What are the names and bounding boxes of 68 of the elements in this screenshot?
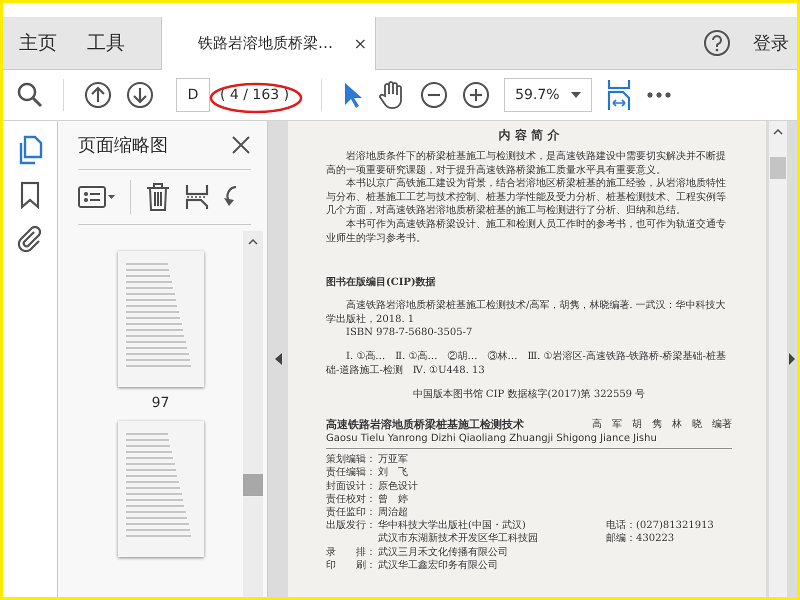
credit-value: 周治超	[378, 506, 409, 520]
credit-value: 武汉市东湖新技术开发区华工科技园	[378, 532, 539, 546]
scroll-up-icon[interactable]	[248, 239, 258, 245]
credit-value: 武汉华工鑫宏印务有限公司	[378, 558, 499, 572]
cip-entry: 高速铁路岩溶地质桥梁桩基施工检测技术/高军，胡隽，林晓编著. 一武汉：华中科技大学出版社，2018. 1	[326, 299, 727, 326]
cip-check-number: 中国版本图书馆 CIP 数据核字(2017)第 322559 号	[412, 388, 646, 402]
scrollbar[interactable]	[769, 121, 787, 597]
contact-info: 邮编：430223	[606, 532, 674, 546]
credit-value: 华中科技大学出版社(中国・武汉)	[378, 519, 527, 532]
paragraph: 岩溶地质条件下的桥梁桩基施工与检测技术，是高速铁路建设中需要切实解决并不断提高的一项重要研究课题，对于提升高速铁路桥梁施工质量水平具有重要意义。	[326, 150, 727, 178]
next-page-icon[interactable]	[126, 81, 154, 109]
page-thumbnail[interactable]	[118, 251, 204, 387]
options-menu-icon[interactable]	[78, 185, 116, 209]
previous-page-icon[interactable]	[84, 81, 112, 109]
scrollbar[interactable]	[243, 231, 263, 597]
more-icon[interactable]	[646, 91, 672, 99]
scrollbar-thumb[interactable]	[243, 474, 263, 496]
pages-icon[interactable]	[17, 135, 43, 165]
trash-icon[interactable]	[145, 182, 171, 212]
help-icon[interactable]	[703, 29, 731, 57]
page-number-field[interactable]: D	[176, 78, 210, 112]
paperclip-icon[interactable]	[17, 225, 43, 253]
credit-label: 录 排：	[326, 546, 377, 559]
cip-heading: 图书在版编目(CIP)数据	[326, 276, 437, 290]
classification-entry: Ⅰ. ①高… Ⅱ. ①高… ②胡… ③林… Ⅲ. ①岩溶区-高速铁路-铁路桥-桥梁基础-桩基础-道路施工-检测 Ⅳ. ①U448. 13	[326, 350, 727, 378]
zoom-dropdown[interactable]: 59.7%	[504, 78, 592, 112]
page-number-label: 97	[152, 395, 170, 411]
zoom-out-icon[interactable]	[420, 81, 448, 109]
credit-label: 责任监印：	[326, 506, 377, 520]
collapse-arrow-icon[interactable]	[274, 353, 282, 365]
zoom-in-icon[interactable]	[462, 81, 490, 109]
credit-label: 印 刷：	[326, 558, 377, 572]
section-heading: 内 容 简 介	[498, 127, 560, 144]
close-icon[interactable]	[231, 135, 251, 155]
pinyin-title: Gaosu Tielu Yanrong Dizhi Qiaoliang Zhuangji Shigong Jiance Jishu	[326, 432, 732, 450]
credit-label: 出版发行：	[326, 519, 377, 532]
paragraph: 本书可作为高速铁路桥梁设计、施工和检测人员工作时的参考书，也可作为轨道交通专业师生的学习参考书。	[326, 218, 727, 246]
credit-value: 曾 婷	[378, 492, 409, 506]
credit-value: 刘 飞	[378, 466, 409, 480]
bookmark-icon[interactable]	[20, 181, 40, 209]
credit-label: 责任校对：	[326, 492, 377, 506]
sign-in-link[interactable]: 登录	[753, 31, 789, 55]
fit-width-icon[interactable]	[606, 79, 632, 111]
close-tab-button[interactable]: ×	[354, 34, 367, 53]
credit-value: 万亚军	[378, 453, 409, 466]
caret-icon[interactable]	[571, 92, 582, 98]
menu-tab[interactable]: 主页	[3, 30, 71, 56]
scrollbar-thumb[interactable]	[770, 157, 786, 179]
contact-info: 电话：(027)81321913	[606, 519, 714, 532]
document-tab[interactable]: 铁路岩溶地质桥梁… ×	[161, 17, 376, 70]
menu-tab[interactable]: 工具	[71, 30, 139, 56]
credit-value: 武汉三月禾文化传播有限公司	[378, 546, 509, 559]
extract-pages-icon[interactable]	[185, 183, 209, 211]
credit-label: 责任编辑：	[326, 466, 377, 480]
credit-label: 封面设计：	[326, 480, 377, 493]
authors: 高 军 胡 隽 林 晓 编著	[592, 418, 732, 432]
paragraph: 本书以京广高铁施工建设为背景，结合岩溶地区桥梁桩基的施工经验，从岩溶地质特性与分布、桩基施工工艺与技术控制、桩基力学性能及受力分析、桩基检测技术、工程实例等几个方面，对高速铁路岩溶地质桥梁桩基的施工与检测进行了分析、归纳和总结。	[326, 177, 727, 218]
cip-entry: ISBN 978-7-5680-3505-7	[345, 326, 474, 340]
document-tab-title[interactable]: 铁路岩溶地质桥梁…	[198, 34, 333, 53]
expand-arrow-icon[interactable]	[789, 353, 795, 365]
credit-value: 原色设计	[378, 480, 419, 493]
search-icon[interactable]	[17, 82, 43, 108]
scroll-up-icon[interactable]	[773, 129, 783, 135]
panel-title: 页面缩略图	[78, 134, 168, 157]
book-title: 高速铁路岩溶地质桥梁桩基施工检测技术	[326, 417, 524, 432]
credit-label: 策划编辑：	[326, 453, 377, 466]
pointer-icon[interactable]	[342, 81, 364, 109]
page-thumbnail[interactable]	[118, 421, 204, 557]
